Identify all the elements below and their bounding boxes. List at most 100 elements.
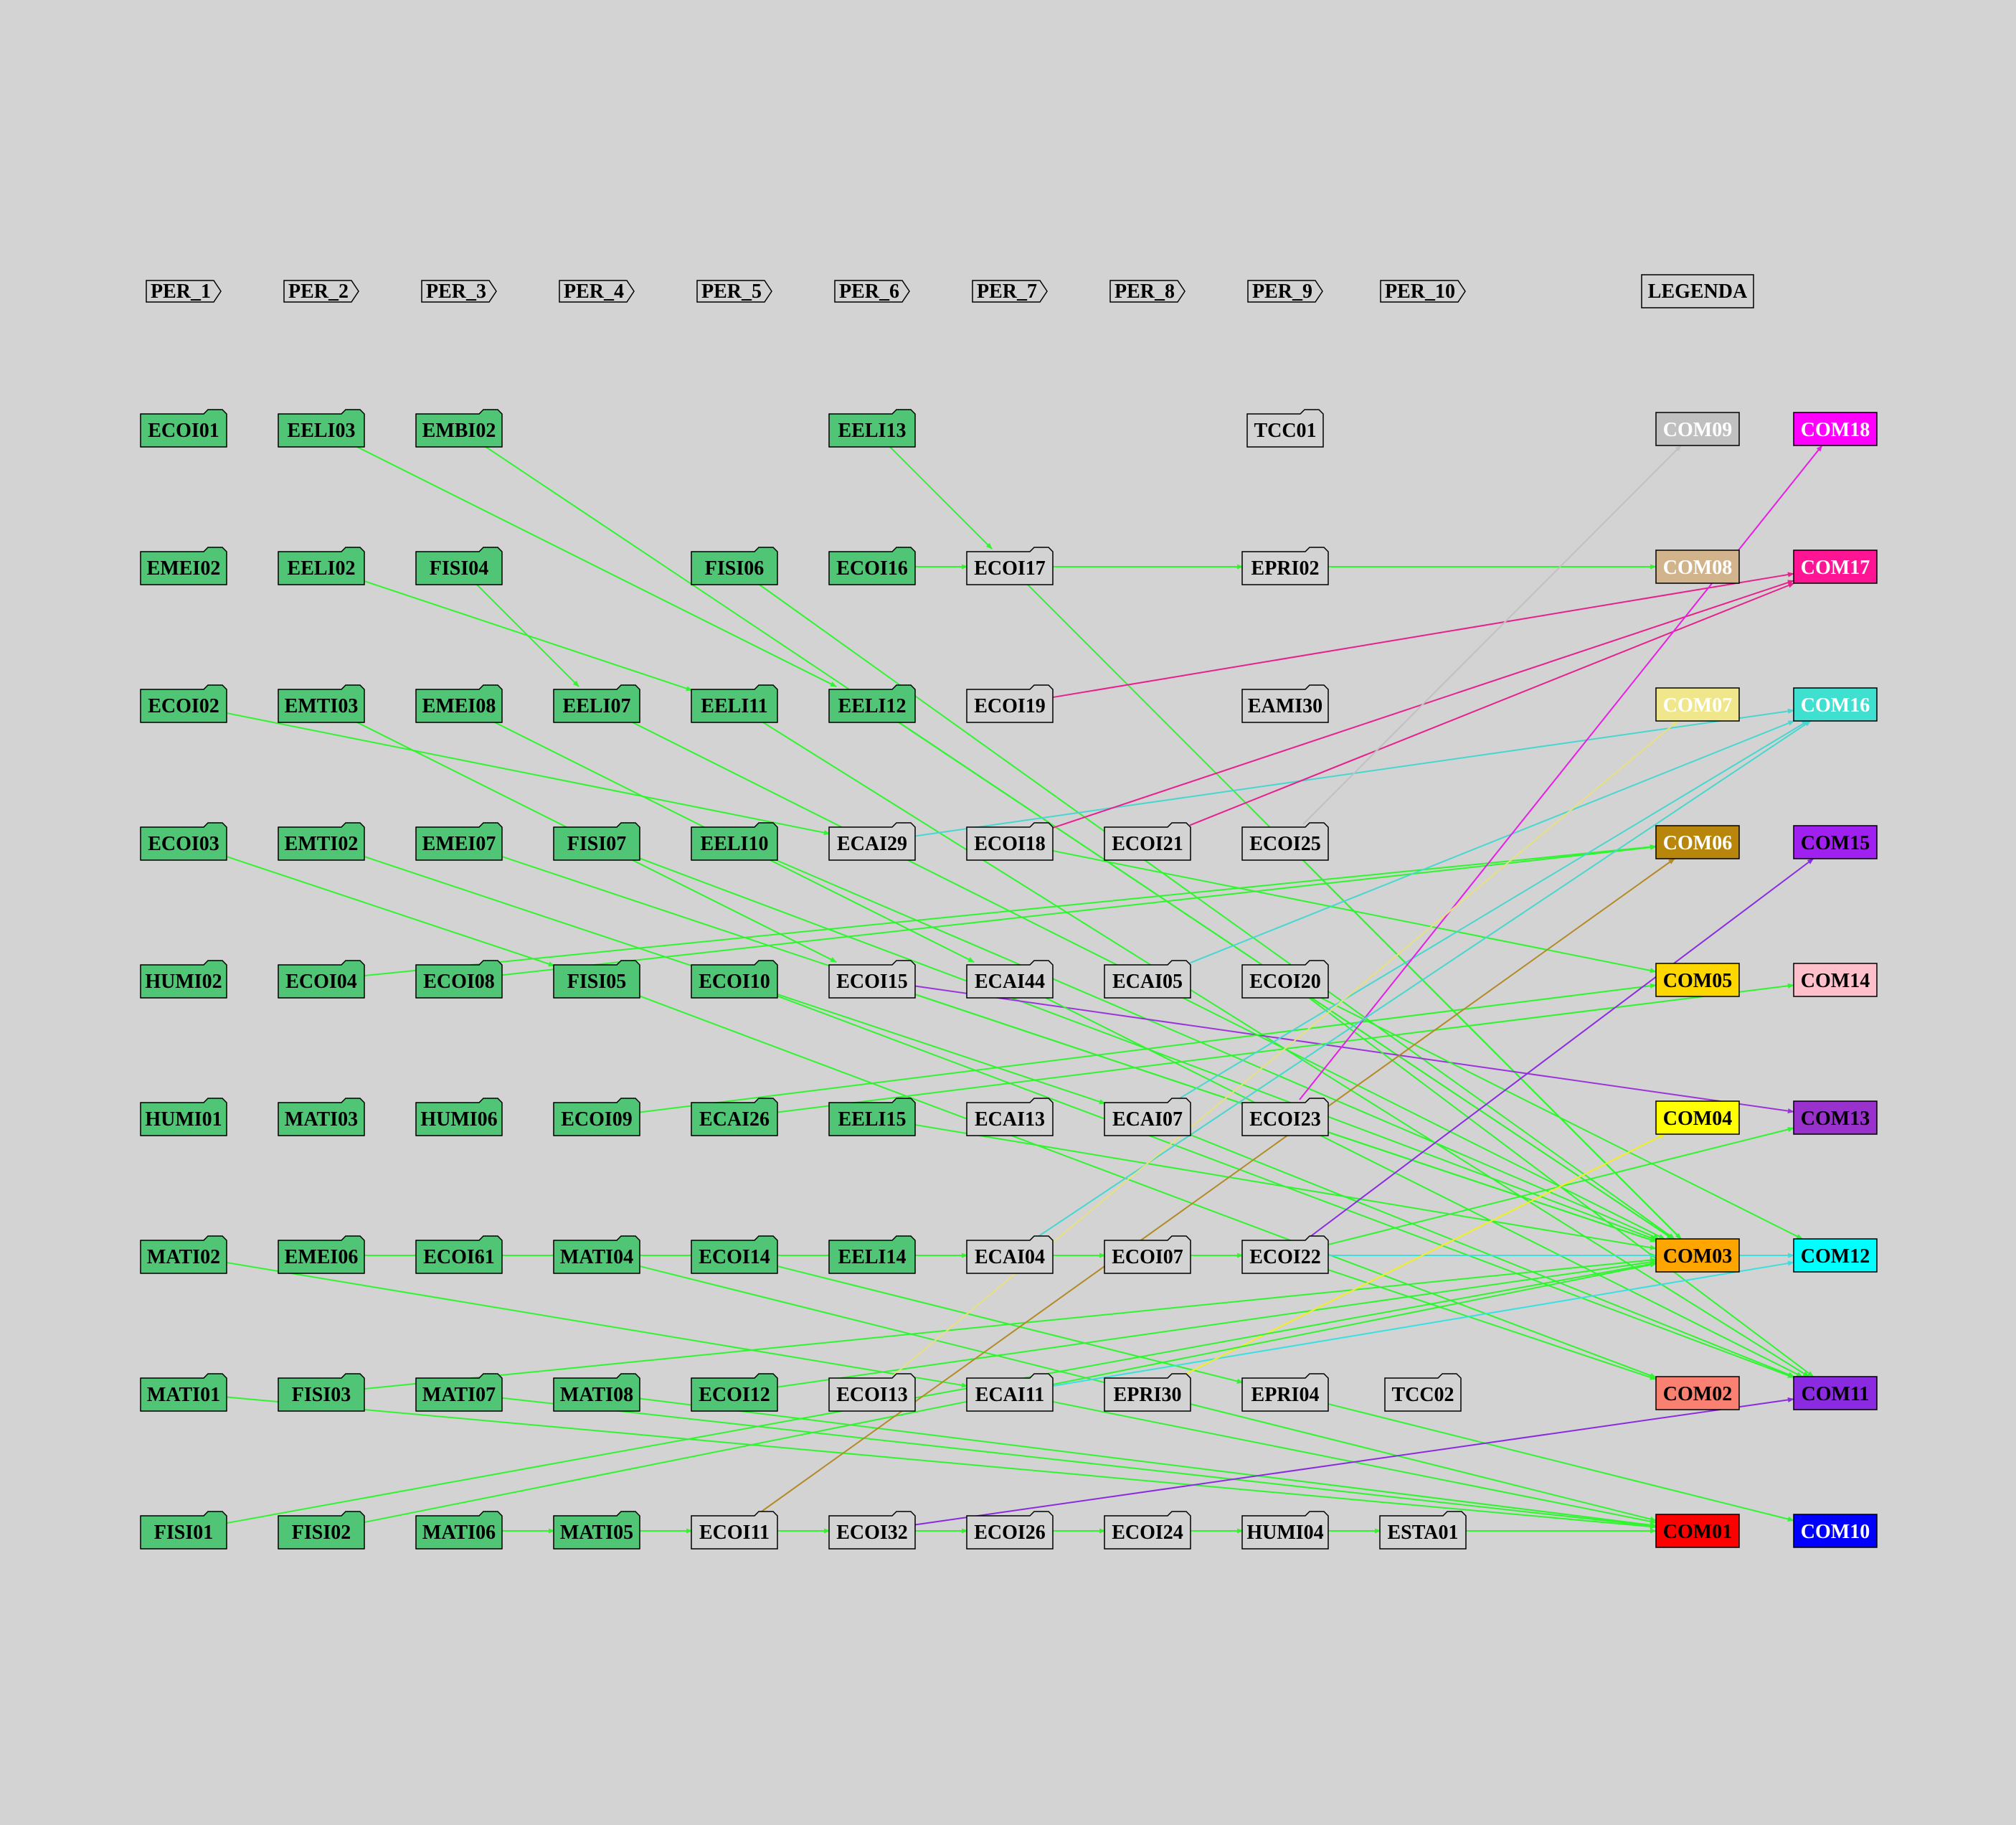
course-node-ecoi13[interactable]: ECOI13 xyxy=(828,1373,916,1412)
course-node-mati03[interactable]: MATI03 xyxy=(278,1098,365,1136)
course-label: EMEI02 xyxy=(147,557,221,580)
course-node-epri02[interactable]: EPRI02 xyxy=(1241,547,1329,585)
course-node-ecoi24[interactable]: ECOI24 xyxy=(1104,1511,1191,1550)
competency-box-com01[interactable]: COM01 xyxy=(1655,1514,1740,1548)
course-node-ecoi15[interactable]: ECOI15 xyxy=(828,960,916,999)
course-node-ecoi12[interactable]: ECOI12 xyxy=(691,1373,778,1412)
course-node-ecoi11[interactable]: ECOI11 xyxy=(691,1511,778,1550)
course-node-eeli11[interactable]: EELI11 xyxy=(691,684,778,723)
course-node-ecoi26[interactable]: ECOI26 xyxy=(966,1511,1054,1550)
course-node-fisi04[interactable]: FISI04 xyxy=(415,547,503,585)
course-node-ecai11[interactable]: ECAI11 xyxy=(966,1373,1054,1412)
course-node-emti03[interactable]: EMTI03 xyxy=(278,684,365,723)
competency-box-com13[interactable]: COM13 xyxy=(1793,1100,1878,1135)
course-node-eeli13[interactable]: EELI13 xyxy=(828,409,916,448)
course-node-ecoi10[interactable]: ECOI10 xyxy=(691,960,778,999)
course-node-fisi07[interactable]: FISI07 xyxy=(553,822,640,861)
course-node-eeli07[interactable]: EELI07 xyxy=(553,684,640,723)
course-node-mati01[interactable]: MATI01 xyxy=(140,1373,227,1412)
course-node-epri04[interactable]: EPRI04 xyxy=(1241,1373,1329,1412)
competency-box-com14[interactable]: COM14 xyxy=(1793,963,1878,997)
course-node-ecoi21[interactable]: ECOI21 xyxy=(1104,822,1191,861)
course-node-esta01[interactable]: ESTA01 xyxy=(1379,1511,1467,1550)
course-node-ecoi08[interactable]: ECOI08 xyxy=(415,960,503,999)
competency-box-com03[interactable]: COM03 xyxy=(1655,1238,1740,1273)
competency-box-com06[interactable]: COM06 xyxy=(1655,825,1740,859)
course-node-ecai44[interactable]: ECAI44 xyxy=(966,960,1054,999)
course-node-mati02[interactable]: MATI02 xyxy=(140,1235,227,1274)
course-node-humi02[interactable]: HUMI02 xyxy=(140,960,227,999)
course-node-fisi06[interactable]: FISI06 xyxy=(691,547,778,585)
course-node-ecai05[interactable]: ECAI05 xyxy=(1104,960,1191,999)
course-node-ecoi01[interactable]: ECOI01 xyxy=(140,409,227,448)
course-node-ecai26[interactable]: ECAI26 xyxy=(691,1098,778,1136)
course-node-humi01[interactable]: HUMI01 xyxy=(140,1098,227,1136)
course-node-eeli15[interactable]: EELI15 xyxy=(828,1098,916,1136)
course-node-ecoi17[interactable]: ECOI17 xyxy=(966,547,1054,585)
course-node-eeli03[interactable]: EELI03 xyxy=(278,409,365,448)
competency-box-com08[interactable]: COM08 xyxy=(1655,550,1740,584)
course-node-eeli12[interactable]: EELI12 xyxy=(828,684,916,723)
course-node-emei07[interactable]: EMEI07 xyxy=(415,822,503,861)
competency-box-com15[interactable]: COM15 xyxy=(1793,825,1878,859)
course-node-tcc01[interactable]: TCC01 xyxy=(1246,409,1324,448)
course-node-mati08[interactable]: MATI08 xyxy=(553,1373,640,1412)
course-node-humi06[interactable]: HUMI06 xyxy=(415,1098,503,1136)
course-node-emei06[interactable]: EMEI06 xyxy=(278,1235,365,1274)
period-label: PER_4 xyxy=(564,280,624,303)
course-node-ecoi19[interactable]: ECOI19 xyxy=(966,684,1054,723)
course-node-eami30[interactable]: EAMI30 xyxy=(1241,684,1329,723)
competency-box-com04[interactable]: COM04 xyxy=(1655,1100,1740,1135)
competency-box-com12[interactable]: COM12 xyxy=(1793,1238,1878,1273)
course-node-ecoi18[interactable]: ECOI18 xyxy=(966,822,1054,861)
course-node-mati04[interactable]: MATI04 xyxy=(553,1235,640,1274)
course-node-ecoi09[interactable]: ECOI09 xyxy=(553,1098,640,1136)
course-label: ECOI01 xyxy=(148,420,219,442)
course-node-ecoi02[interactable]: ECOI02 xyxy=(140,684,227,723)
course-node-ecai13[interactable]: ECAI13 xyxy=(966,1098,1054,1136)
course-node-fisi05[interactable]: FISI05 xyxy=(553,960,640,999)
edge-ecoi19-to-com17 xyxy=(1051,572,1794,699)
course-node-ecoi14[interactable]: ECOI14 xyxy=(691,1235,778,1274)
course-node-mati07[interactable]: MATI07 xyxy=(415,1373,503,1412)
course-node-fisi01[interactable]: FISI01 xyxy=(140,1511,227,1550)
competency-box-com02[interactable]: COM02 xyxy=(1655,1376,1740,1410)
course-node-ecoi25[interactable]: ECOI25 xyxy=(1241,822,1329,861)
competency-box-com07[interactable]: COM07 xyxy=(1655,687,1740,722)
course-node-embi02[interactable]: EMBI02 xyxy=(415,409,503,448)
course-node-ecai07[interactable]: ECAI07 xyxy=(1104,1098,1191,1136)
course-node-emei02[interactable]: EMEI02 xyxy=(140,547,227,585)
course-node-epri30[interactable]: EPRI30 xyxy=(1104,1373,1191,1412)
course-node-fisi03[interactable]: FISI03 xyxy=(278,1373,365,1412)
course-node-mati06[interactable]: MATI06 xyxy=(415,1511,503,1550)
course-label: FISI05 xyxy=(567,971,626,993)
course-node-eeli14[interactable]: EELI14 xyxy=(828,1235,916,1274)
course-node-ecoi23[interactable]: ECOI23 xyxy=(1241,1098,1329,1136)
course-node-eeli02[interactable]: EELI02 xyxy=(278,547,365,585)
course-node-ecoi16[interactable]: ECOI16 xyxy=(828,547,916,585)
course-node-ecoi07[interactable]: ECOI07 xyxy=(1104,1235,1191,1274)
course-node-ecoi22[interactable]: ECOI22 xyxy=(1241,1235,1329,1274)
course-node-emei08[interactable]: EMEI08 xyxy=(415,684,503,723)
competency-box-com16[interactable]: COM16 xyxy=(1793,687,1878,722)
course-node-ecoi20[interactable]: ECOI20 xyxy=(1241,960,1329,999)
competency-box-com18[interactable]: COM18 xyxy=(1793,412,1878,446)
course-node-ecoi03[interactable]: ECOI03 xyxy=(140,822,227,861)
competency-box-com11[interactable]: COM11 xyxy=(1793,1376,1878,1410)
competency-box-com09[interactable]: COM09 xyxy=(1655,412,1740,446)
course-node-fisi02[interactable]: FISI02 xyxy=(278,1511,365,1550)
course-node-emti02[interactable]: EMTI02 xyxy=(278,822,365,861)
course-node-eeli10[interactable]: EELI10 xyxy=(691,822,778,861)
course-node-tcc02[interactable]: TCC02 xyxy=(1384,1373,1462,1412)
course-node-ecoi32[interactable]: ECOI32 xyxy=(828,1511,916,1550)
course-node-mati05[interactable]: MATI05 xyxy=(553,1511,640,1550)
course-node-ecoi61[interactable]: ECOI61 xyxy=(415,1235,503,1274)
competency-box-com10[interactable]: COM10 xyxy=(1793,1514,1878,1548)
competency-box-com05[interactable]: COM05 xyxy=(1655,963,1740,997)
competency-box-com17[interactable]: COM17 xyxy=(1793,550,1878,584)
course-node-ecai04[interactable]: ECAI04 xyxy=(966,1235,1054,1274)
course-node-ecai29[interactable]: ECAI29 xyxy=(828,822,916,861)
course-label: MATI02 xyxy=(147,1246,220,1268)
course-node-ecoi04[interactable]: ECOI04 xyxy=(278,960,365,999)
course-node-humi04[interactable]: HUMI04 xyxy=(1241,1511,1329,1550)
